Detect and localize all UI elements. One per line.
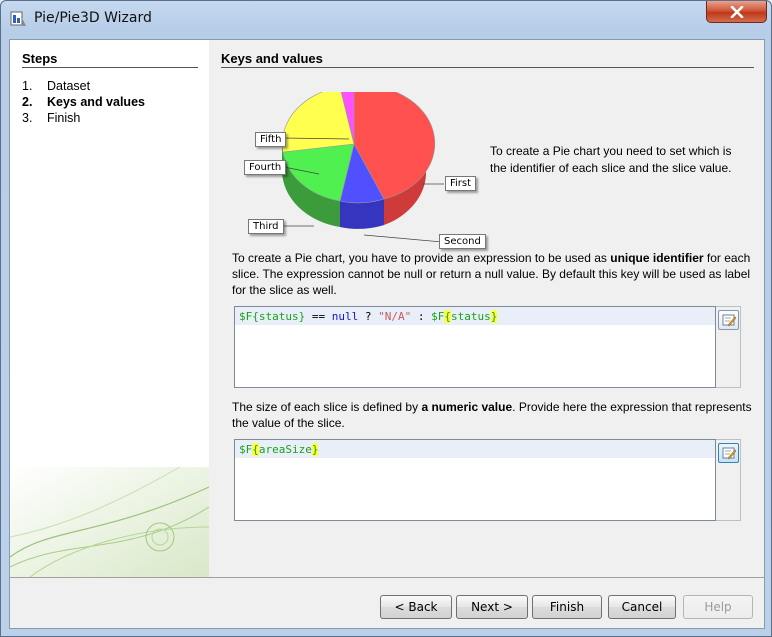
close-icon bbox=[730, 6, 744, 18]
wizard-content: Steps 1. Dataset 2. Keys and values 3. Fini… bbox=[9, 39, 765, 629]
key-expression-edit-button[interactable] bbox=[718, 310, 739, 330]
key-expression-line[interactable]: $F{status} == null ? "N/A" : $F{status} bbox=[235, 307, 715, 325]
pie-label-third: Third bbox=[248, 219, 284, 234]
step-dataset: 1. Dataset bbox=[22, 79, 90, 93]
title-bar[interactable]: Pie/Pie3D Wizard bbox=[1, 1, 771, 35]
steps-heading: Steps bbox=[22, 51, 58, 66]
key-description-bold: unique identifier bbox=[610, 251, 704, 265]
wizard-window: Pie/Pie3D Wizard Steps 1. Dataset 2. Keys … bbox=[0, 0, 772, 637]
key-description: To create a Pie chart, you have to provi… bbox=[232, 250, 754, 298]
value-expression-line[interactable]: $F{areaSize} bbox=[235, 440, 715, 458]
cancel-button[interactable]: Cancel bbox=[608, 595, 676, 619]
expr-token: $F bbox=[431, 310, 445, 323]
expr-token: { bbox=[252, 443, 259, 456]
expr-token: status bbox=[450, 310, 491, 323]
expr-token: $F bbox=[239, 443, 253, 456]
pie-label-second: Second bbox=[439, 234, 486, 249]
title-divider bbox=[221, 67, 754, 68]
expr-token: } bbox=[490, 310, 498, 323]
pie-chart-illustration: Fifth Fourth First Third Second bbox=[234, 85, 486, 249]
pie-description: To create a Pie chart you need to set wh… bbox=[490, 144, 732, 175]
key-expression-editor[interactable]: $F{status} == null ? "N/A" : $F{status} bbox=[234, 306, 716, 388]
step-label: Finish bbox=[47, 111, 81, 125]
next-button[interactable]: Next > bbox=[456, 595, 528, 619]
key-expression-side-panel bbox=[716, 306, 741, 388]
expr-token: ? bbox=[358, 310, 379, 323]
step-label: Keys and values bbox=[47, 95, 145, 109]
page-title: Keys and values bbox=[221, 51, 323, 66]
value-description-bold: a numeric value bbox=[421, 400, 513, 414]
help-button: Help bbox=[683, 595, 753, 619]
wizard-app-icon bbox=[10, 11, 26, 26]
close-button[interactable] bbox=[706, 1, 767, 23]
step-label: Dataset bbox=[47, 79, 91, 93]
value-description: The size of each slice is defined by a n… bbox=[232, 399, 754, 431]
expr-token: } bbox=[311, 443, 319, 456]
step-finish: 3. Finish bbox=[22, 111, 80, 125]
expr-token: $F{status} bbox=[239, 310, 306, 323]
steps-panel: Steps 1. Dataset 2. Keys and values 3. Fini… bbox=[10, 40, 209, 577]
value-description-text: The size of each slice is defined by bbox=[232, 400, 422, 414]
expr-token: { bbox=[444, 310, 451, 323]
decorative-swirl-graphic bbox=[10, 467, 209, 577]
value-expression-editor[interactable]: $F{areaSize} bbox=[234, 439, 716, 521]
expr-token: "N/A" bbox=[378, 310, 412, 323]
finish-button[interactable]: Finish bbox=[532, 595, 602, 619]
expr-token: == bbox=[305, 310, 332, 323]
steps-divider bbox=[22, 67, 198, 68]
value-expression-edit-button[interactable] bbox=[718, 443, 739, 463]
step-number: 3. bbox=[22, 111, 33, 125]
expr-token: : bbox=[411, 310, 432, 323]
expr-token: areaSize bbox=[258, 443, 312, 456]
pie-label-first: First bbox=[445, 176, 477, 191]
back-button[interactable]: < Back bbox=[380, 595, 452, 619]
button-bar-divider bbox=[10, 577, 764, 578]
step-keys-and-values: 2. Keys and values bbox=[22, 95, 145, 109]
value-expression-side-panel bbox=[716, 439, 741, 521]
expr-token: null bbox=[331, 310, 359, 323]
edit-expression-icon bbox=[722, 447, 736, 460]
pie-label-fourth: Fourth bbox=[244, 160, 287, 175]
step-number: 1. bbox=[22, 79, 33, 93]
step-number: 2. bbox=[22, 95, 33, 109]
pie-label-fifth: Fifth bbox=[255, 132, 287, 147]
edit-expression-icon bbox=[722, 314, 736, 327]
key-description-text: To create a Pie chart, you have to provi… bbox=[232, 251, 611, 265]
window-title: Pie/Pie3D Wizard bbox=[34, 10, 152, 26]
